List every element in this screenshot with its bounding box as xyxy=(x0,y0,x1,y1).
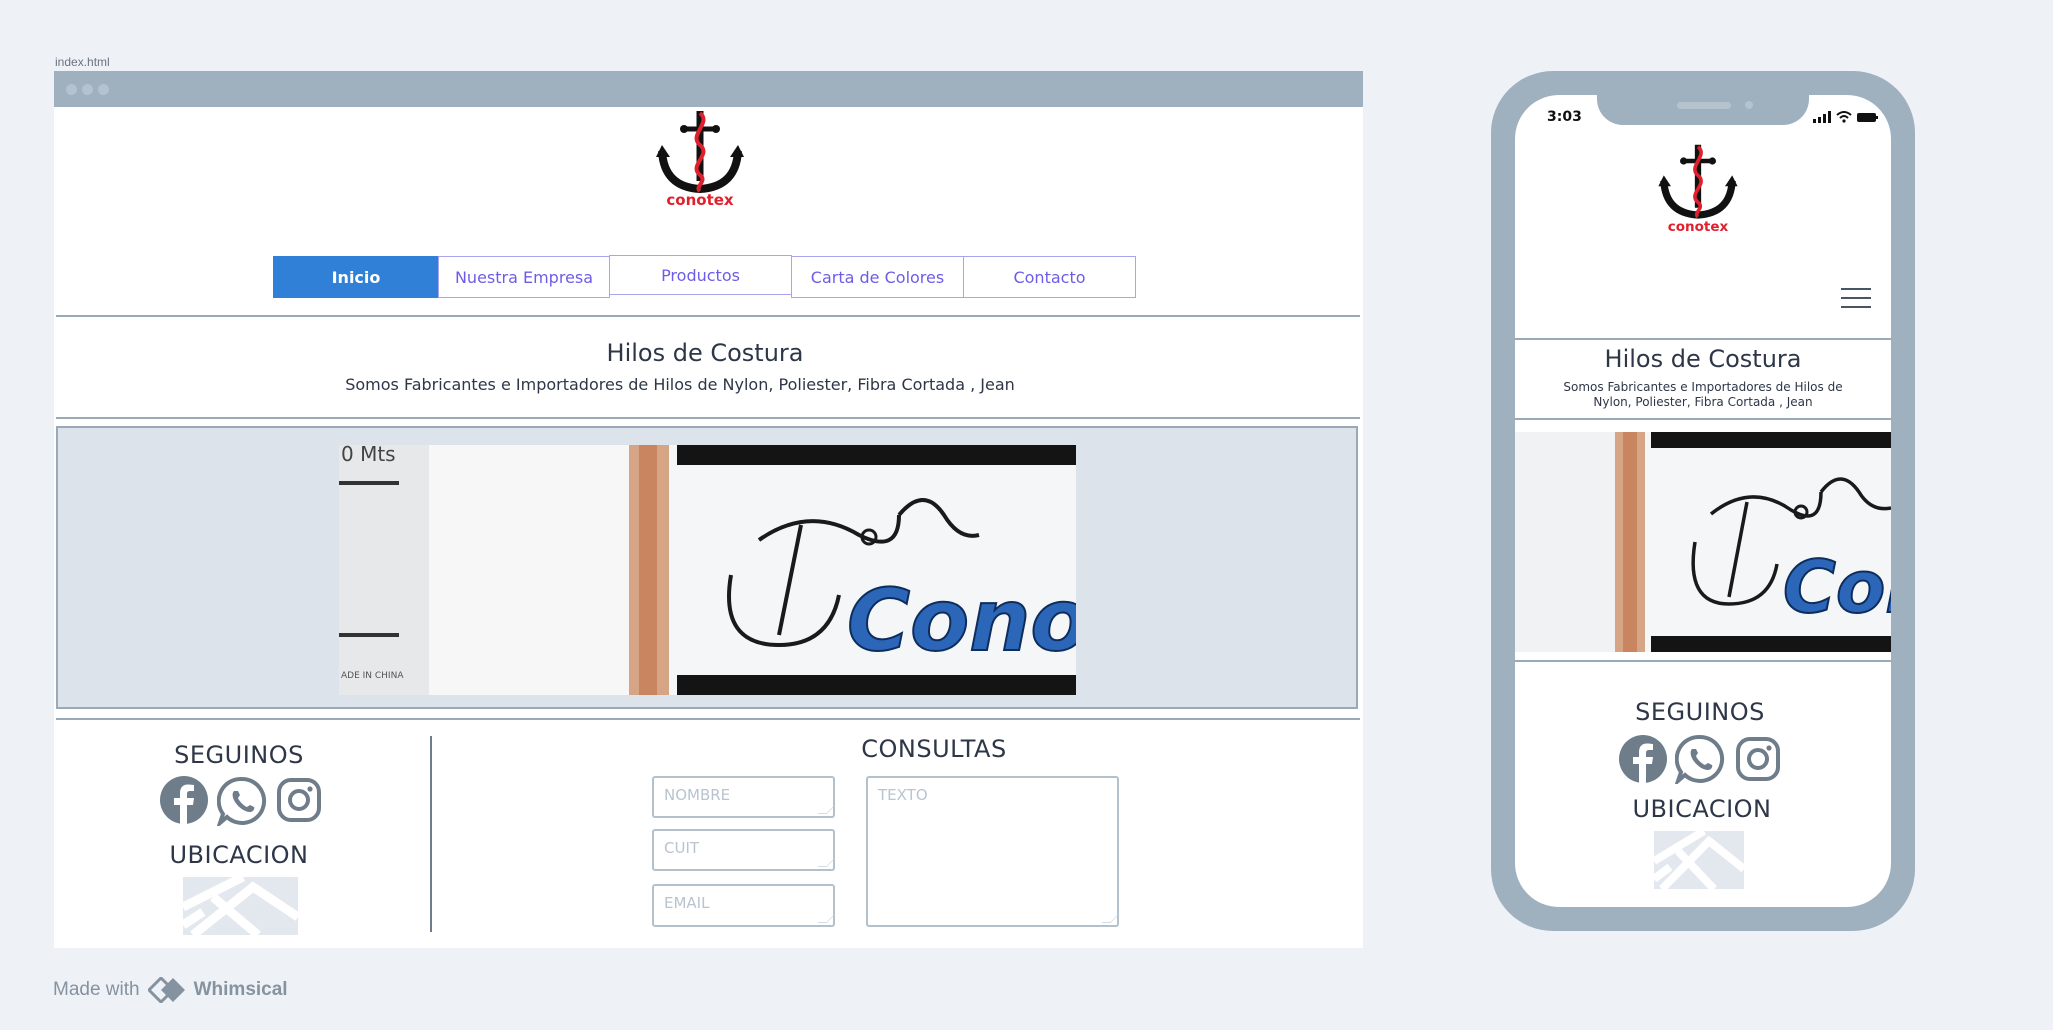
hero-banner: 0 Mts ADE IN CHINA Conotex xyxy=(56,426,1358,709)
phone-page-title: Hilos de Costura xyxy=(1604,345,1802,373)
phone-location-map[interactable] xyxy=(1654,831,1744,889)
divider xyxy=(1515,338,1891,340)
logo-wordmark: conotex xyxy=(666,191,734,207)
nombre-field[interactable]: NOMBRE xyxy=(652,776,835,818)
instagram-icon[interactable] xyxy=(1735,736,1781,782)
cuit-field[interactable]: CUIT xyxy=(652,829,835,871)
facebook-icon[interactable] xyxy=(1619,735,1667,783)
phone-hero-brand-text: Conotex xyxy=(1783,545,1891,629)
hero-tag-text: 0 Mts xyxy=(341,445,396,466)
phone-site-logo[interactable]: conotex xyxy=(1653,141,1743,235)
camera-icon xyxy=(1745,101,1753,109)
window-dot-icon xyxy=(98,84,109,95)
site-logo[interactable]: conotex xyxy=(650,107,750,207)
phone-screen: 3:03 conotex Hilos de Costura Somos Fabr… xyxy=(1515,95,1891,907)
texto-textarea[interactable]: TEXTO xyxy=(866,776,1119,927)
divider xyxy=(1515,418,1891,420)
window-dot-icon xyxy=(82,84,93,95)
phone-page-subtitle: Somos Fabricantes e Importadores de Hilo… xyxy=(1563,380,1843,409)
window-dot-icon xyxy=(66,84,77,95)
divider xyxy=(1515,660,1891,662)
location-map[interactable] xyxy=(183,877,298,935)
nav-carta-de-colores[interactable]: Carta de Colores xyxy=(791,256,964,298)
status-time: 3:03 xyxy=(1547,109,1582,125)
hero-image: 0 Mts ADE IN CHINA Conotex xyxy=(339,445,1076,695)
status-icons xyxy=(1813,111,1878,123)
whimsical-logo-icon xyxy=(147,977,185,1003)
facebook-icon[interactable] xyxy=(160,776,208,824)
whimsical-wordmark: Whimsical xyxy=(193,979,288,1000)
file-label: index.html xyxy=(55,55,110,69)
nav-productos[interactable]: Productos xyxy=(609,255,792,295)
anchor-logo-icon: conotex xyxy=(1658,144,1738,235)
hero-made-in-text: ADE IN CHINA xyxy=(341,671,404,681)
consultas-heading: CONSULTAS xyxy=(861,735,1007,763)
nav-contacto[interactable]: Contacto xyxy=(963,256,1136,298)
whatsapp-icon[interactable] xyxy=(217,776,267,826)
map-icon xyxy=(1654,831,1744,889)
browser-window: conotex Inicio Nuestra Empresa Productos… xyxy=(54,71,1363,948)
phone-hero-image: Conotex xyxy=(1515,432,1891,652)
footer-divider xyxy=(430,736,432,932)
instagram-icon[interactable] xyxy=(276,777,322,823)
divider xyxy=(56,417,1360,419)
ubicacion-heading: UBICACION xyxy=(169,841,309,869)
phone-ubicacion-heading: UBICACION xyxy=(1632,795,1772,823)
divider xyxy=(56,315,1360,317)
hamburger-icon[interactable] xyxy=(1841,287,1871,309)
main-nav: Inicio Nuestra Empresa Productos Carta d… xyxy=(273,255,1136,298)
logo-wordmark: conotex xyxy=(1668,219,1729,235)
phone-seguinos-heading: SEGUINOS xyxy=(1635,698,1765,726)
email-field[interactable]: EMAIL xyxy=(652,884,835,927)
phone-notch xyxy=(1597,95,1809,125)
nav-inicio[interactable]: Inicio xyxy=(273,256,439,298)
divider xyxy=(56,718,1360,720)
seguinos-heading: SEGUINOS xyxy=(174,741,304,769)
map-icon xyxy=(183,877,298,935)
hero-brand-text: Conotex xyxy=(847,571,1076,671)
page-subtitle: Somos Fabricantes e Importadores de Hilo… xyxy=(345,375,1015,394)
nav-nuestra-empresa[interactable]: Nuestra Empresa xyxy=(438,256,610,298)
phone-frame: 3:03 conotex Hilos de Costura Somos Fabr… xyxy=(1491,71,1915,931)
browser-titlebar xyxy=(54,71,1363,107)
anchor-logo-icon: conotex xyxy=(656,111,744,207)
page-title: Hilos de Costura xyxy=(606,339,804,367)
made-with-whimsical[interactable]: Made with Whimsical xyxy=(53,977,288,1003)
whatsapp-icon[interactable] xyxy=(1675,734,1725,784)
speaker-icon xyxy=(1677,102,1731,109)
made-with-label: Made with xyxy=(53,979,140,1000)
